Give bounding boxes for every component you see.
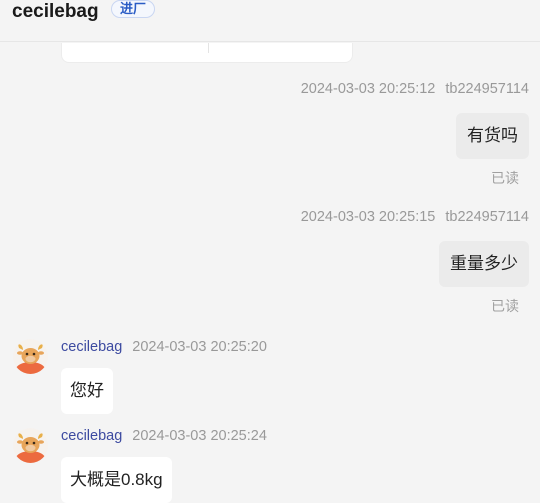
message-meta: cecilebag 2024-03-03 20:25:24 — [61, 428, 267, 444]
message-sender[interactable]: cecilebag — [61, 428, 122, 444]
outgoing-message-bubble[interactable]: 有货吗 — [456, 113, 529, 159]
read-status: 已读 — [491, 298, 519, 314]
message-sender: tb224957114 — [445, 209, 529, 225]
message-time: 2024-03-03 20:25:20 — [132, 339, 267, 355]
incoming-message-bubble[interactable]: 大概是0.8kg — [61, 457, 172, 503]
message-time: 2024-03-03 20:25:12 — [300, 81, 436, 97]
card-divider — [208, 43, 209, 53]
shop-badge[interactable]: 进厂 — [111, 0, 156, 18]
cartoon-cow-icon[interactable] — [13, 428, 48, 463]
shop-name[interactable]: cecilebag — [12, 0, 99, 24]
message-time: 2024-03-03 20:25:15 — [300, 209, 436, 225]
read-status: 已读 — [491, 170, 519, 186]
chat-header: cecilebag 进厂 — [0, 0, 540, 42]
message-meta: cecilebag 2024-03-03 20:25:20 — [61, 339, 267, 355]
message-sender[interactable]: cecilebag — [61, 339, 122, 355]
message-sender: tb224957114 — [445, 81, 529, 97]
previous-message-card — [61, 43, 353, 63]
cartoon-cow-icon[interactable] — [13, 339, 48, 374]
message-meta: 2024-03-03 20:25:15 tb224957114 — [301, 209, 529, 225]
message-meta: 2024-03-03 20:25:12 tb224957114 — [301, 81, 529, 97]
message-time: 2024-03-03 20:25:24 — [132, 428, 267, 444]
incoming-message-bubble[interactable]: 您好 — [61, 368, 113, 414]
outgoing-message-bubble[interactable]: 重量多少 — [439, 241, 529, 287]
